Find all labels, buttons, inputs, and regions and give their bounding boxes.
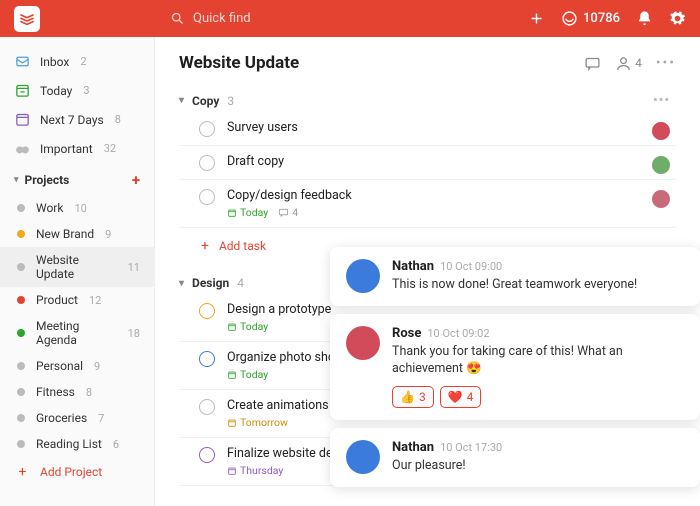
project-color-icon [17, 230, 25, 238]
assignee-avatar[interactable] [652, 156, 670, 174]
notifications-icon[interactable] [636, 10, 653, 27]
task-title: Copy/design feedback [227, 188, 352, 203]
reaction-button[interactable]: 👍3 [392, 386, 434, 408]
page-title: Website Update [179, 53, 299, 73]
task-row[interactable]: Draft copy [179, 146, 676, 180]
quick-find[interactable]: Quick find [170, 11, 251, 26]
due-date: Today [227, 206, 268, 219]
task-checkbox[interactable] [199, 351, 215, 367]
inbox-icon [14, 53, 31, 70]
comment-author: Nathan [392, 259, 434, 274]
project-meeting-agenda[interactable]: Meeting Agenda 18 [0, 313, 154, 353]
plus-icon: + [201, 238, 209, 254]
comment-count[interactable]: 4 [278, 206, 298, 219]
project-color-icon [17, 362, 25, 370]
more-icon[interactable]: ••• [653, 93, 670, 108]
task-checkbox[interactable] [199, 303, 215, 319]
assignee-avatar[interactable] [652, 122, 670, 140]
comment-card: Rose 10 Oct 09:02 Thank you for taking ca… [330, 314, 700, 420]
nav-important[interactable]: Important 32 [0, 134, 154, 163]
chevron-down-icon: ▾ [14, 175, 19, 185]
important-icon [14, 140, 31, 157]
project-color-icon [17, 263, 25, 271]
projects-header[interactable]: ▾ Projects + [0, 163, 154, 195]
task-checkbox[interactable] [199, 447, 215, 463]
chevron-down-icon: ▾ [179, 278, 184, 289]
project-groceries[interactable]: Groceries 7 [0, 405, 154, 431]
project-website-update[interactable]: Website Update 11 [0, 247, 154, 287]
comment-text: Thank you for taking care of this! What … [392, 344, 684, 378]
task-title: Create animations [227, 398, 329, 413]
comment-card: Nathan 10 Oct 17:30 Our pleasure! [330, 428, 700, 487]
add-project-icon[interactable]: + [132, 171, 140, 189]
project-color-icon [17, 414, 25, 422]
assignee-avatar[interactable] [652, 190, 670, 208]
comment-card: Nathan 10 Oct 09:00 This is now done! Gre… [330, 247, 700, 306]
project-product[interactable]: Product 12 [0, 287, 154, 313]
project-personal[interactable]: Personal 9 [0, 353, 154, 379]
app-logo[interactable] [14, 6, 40, 32]
reaction-button[interactable]: ❤️4 [440, 386, 482, 408]
task-checkbox[interactable] [199, 189, 215, 205]
comment-text: This is now done! Great teamwork everyon… [392, 277, 684, 294]
section-copy: ▾ Copy 3 ••• Survey users Draft copy Cop… [179, 89, 676, 264]
project-fitness[interactable]: Fitness 8 [0, 379, 154, 405]
karma-icon [561, 10, 578, 27]
comment-time: 10 Oct 09:02 [427, 327, 489, 340]
search-placeholder: Quick find [193, 11, 251, 26]
people-button[interactable]: 4 [615, 55, 642, 72]
due-date: Tomorrow [227, 416, 288, 429]
plus-icon: + [14, 463, 31, 480]
content: Website Update 4 ••• ▾ Copy 3 ••• Survey… [155, 37, 700, 506]
person-icon [615, 55, 632, 72]
comment-text: Our pleasure! [392, 458, 684, 475]
project-color-icon [17, 388, 25, 396]
nav-today[interactable]: Today 3 [0, 76, 154, 105]
project-color-icon [17, 204, 25, 212]
project-reading-list[interactable]: Reading List 6 [0, 431, 154, 457]
project-color-icon [17, 329, 25, 337]
comment-time: 10 Oct 09:00 [440, 260, 502, 273]
task-title: Survey users [227, 120, 298, 135]
comment-author: Nathan [392, 440, 434, 455]
task-title: Draft copy [227, 154, 284, 169]
karma-counter[interactable]: 10786 [561, 10, 620, 27]
task-row[interactable]: Copy/design feedback Today 4 [179, 180, 676, 228]
comment-avatar[interactable] [346, 440, 380, 474]
comment-time: 10 Oct 17:30 [440, 441, 502, 454]
project-color-icon [17, 440, 25, 448]
topbar: Quick find 10786 [0, 0, 700, 37]
section-header[interactable]: ▾ Copy 3 ••• [179, 89, 676, 112]
project-work[interactable]: Work 10 [0, 195, 154, 221]
project-color-icon [17, 296, 25, 304]
comment-avatar[interactable] [346, 326, 380, 360]
task-checkbox[interactable] [199, 155, 215, 171]
project-new-brand[interactable]: New Brand 9 [0, 221, 154, 247]
nav-inbox[interactable]: Inbox 2 [0, 47, 154, 76]
due-date: Today [227, 368, 268, 381]
add-project-button[interactable]: + Add Project [0, 457, 154, 486]
task-title: Organize photo shoot [227, 350, 346, 365]
today-icon [14, 82, 31, 99]
chevron-down-icon: ▾ [179, 95, 184, 106]
comment-avatar[interactable] [346, 259, 380, 293]
search-icon [170, 11, 185, 26]
nav-next-7-days[interactable]: Next 7 Days 8 [0, 105, 154, 134]
next 7 days-icon [14, 111, 31, 128]
comments-overlay: Nathan 10 Oct 09:00 This is now done! Gre… [330, 247, 700, 487]
more-icon[interactable]: ••• [656, 55, 676, 71]
due-date: Thursday [227, 464, 283, 477]
comment-author: Rose [392, 326, 421, 341]
task-checkbox[interactable] [199, 399, 215, 415]
task-title: Design a prototype [227, 302, 331, 317]
task-checkbox[interactable] [199, 121, 215, 137]
settings-icon[interactable] [669, 10, 686, 27]
due-date: Today [227, 320, 268, 333]
sidebar: Inbox 2 Today 3 Next 7 Days 8 Important … [0, 37, 155, 506]
task-row[interactable]: Survey users [179, 112, 676, 146]
add-icon[interactable] [528, 10, 545, 27]
comments-icon[interactable] [584, 55, 601, 72]
